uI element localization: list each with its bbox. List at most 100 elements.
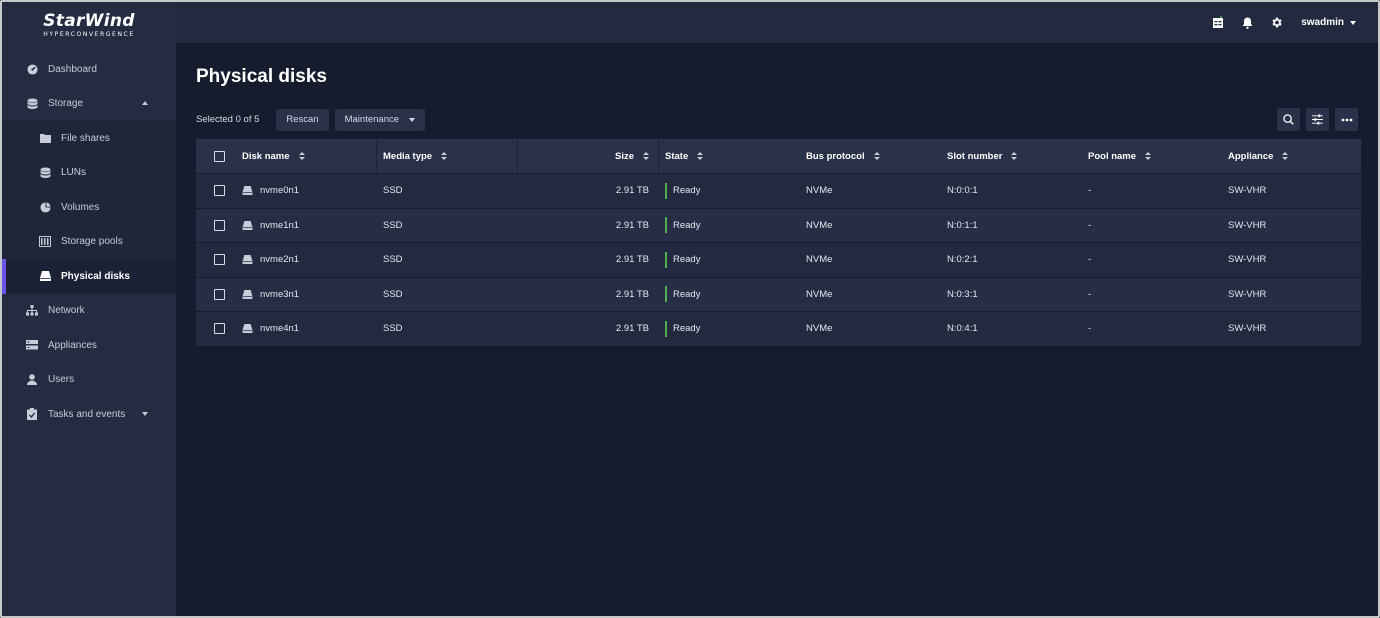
table-row[interactable]: nvme2n1 SSD 2.91 TB Ready NVMe N:0:2:1 -… bbox=[196, 243, 1361, 278]
sidebar-item-file-shares[interactable]: File shares bbox=[2, 121, 176, 156]
sidebar-item-tasks-and-events[interactable]: Tasks and events bbox=[2, 397, 176, 432]
disk-state: Ready bbox=[673, 219, 701, 231]
storage-icon bbox=[26, 98, 38, 110]
appliances-icon bbox=[26, 339, 38, 351]
sidebar-item-network[interactable]: Network bbox=[2, 294, 176, 329]
sidebar-item-luns[interactable]: LUNs bbox=[2, 155, 176, 190]
column-media-type[interactable]: Media type bbox=[377, 139, 518, 173]
table-row[interactable]: nvme4n1 SSD 2.91 TB Ready NVMe N:0:4:1 -… bbox=[196, 312, 1361, 347]
status-indicator bbox=[665, 251, 667, 268]
file-shares-icon bbox=[39, 132, 51, 144]
sidebar-item-appliances[interactable]: Appliances bbox=[2, 328, 176, 363]
column-disk-name[interactable]: Disk name bbox=[236, 139, 377, 173]
column-bus-protocol[interactable]: Bus protocol bbox=[800, 139, 941, 173]
table-row[interactable]: nvme3n1 SSD 2.91 TB Ready NVMe N:0:3:1 -… bbox=[196, 277, 1361, 312]
row-checkbox[interactable] bbox=[213, 254, 225, 266]
user-name: swadmin bbox=[1301, 17, 1344, 28]
sidebar: StarWind HYPERCONVERGENCE Dashboard Stor… bbox=[2, 2, 176, 616]
disk-name: nvme0n1 bbox=[260, 185, 300, 197]
sidebar-item-storage[interactable]: Storage bbox=[2, 87, 176, 122]
media-type: SSD bbox=[383, 254, 403, 266]
row-checkbox[interactable] bbox=[213, 323, 225, 335]
column-label: Appliance bbox=[1228, 150, 1274, 162]
sort-icon bbox=[1011, 152, 1018, 160]
disk-icon bbox=[242, 220, 253, 230]
sidebar-item-label: File shares bbox=[61, 132, 110, 144]
disk-name: nvme2n1 bbox=[260, 254, 300, 266]
brand-sub: HYPERCONVERGENCE bbox=[43, 31, 135, 38]
appliance-name: SW-VHR bbox=[1228, 185, 1267, 197]
disk-state: Ready bbox=[673, 323, 701, 335]
disk-name-cell: nvme1n1 bbox=[236, 209, 377, 243]
sidebar-item-users[interactable]: Users bbox=[2, 363, 176, 398]
sidebar-item-volumes[interactable]: Volumes bbox=[2, 190, 176, 225]
disk-name: nvme4n1 bbox=[260, 323, 300, 335]
appliance-name: SW-VHR bbox=[1228, 323, 1267, 335]
toolbar: Selected 0 of 5 Rescan Maintenance bbox=[196, 108, 1358, 131]
chevron-up-icon bbox=[142, 100, 148, 105]
more-options-button[interactable] bbox=[1335, 108, 1358, 131]
bus-protocol: NVMe bbox=[806, 185, 833, 197]
brand-logo[interactable]: StarWind HYPERCONVERGENCE bbox=[2, 2, 176, 44]
row-select-cell bbox=[196, 243, 236, 277]
sidebar-item-storage-pools[interactable]: Storage pools bbox=[2, 224, 176, 259]
appliance-name: SW-VHR bbox=[1228, 219, 1267, 231]
column-size[interactable]: Size bbox=[518, 139, 659, 173]
selection-count: Selected 0 of 5 bbox=[196, 114, 260, 125]
main-content: swadmin Physical disks Selected 0 of 5 R… bbox=[176, 2, 1378, 616]
pool-name: - bbox=[1088, 288, 1092, 300]
disk-icon bbox=[242, 255, 253, 265]
select-all-checkbox[interactable] bbox=[213, 150, 225, 162]
disk-size: 2.91 TB bbox=[615, 288, 649, 300]
column-label: Pool name bbox=[1088, 150, 1137, 162]
state-cell: Ready bbox=[659, 243, 800, 277]
pool-name: - bbox=[1088, 254, 1092, 266]
bus-protocol: NVMe bbox=[806, 254, 833, 266]
rescan-label: Rescan bbox=[286, 114, 319, 125]
pool-name: - bbox=[1088, 323, 1092, 335]
page-title: Physical disks bbox=[196, 66, 327, 87]
sidebar-item-dashboard[interactable]: Dashboard bbox=[2, 52, 176, 87]
sort-icon bbox=[298, 152, 305, 160]
maintenance-dropdown[interactable]: Maintenance bbox=[334, 108, 426, 131]
row-checkbox[interactable] bbox=[213, 219, 225, 231]
luns-icon bbox=[39, 167, 51, 179]
calendar-icon[interactable] bbox=[1211, 16, 1225, 30]
rescan-button[interactable]: Rescan bbox=[276, 108, 329, 131]
sidebar-item-label: Users bbox=[48, 374, 75, 386]
bus-protocol: NVMe bbox=[806, 219, 833, 231]
column-state[interactable]: State bbox=[659, 139, 800, 173]
status-indicator bbox=[665, 217, 667, 234]
sliders-icon bbox=[1312, 114, 1323, 125]
users-icon bbox=[26, 374, 38, 386]
bell-icon[interactable] bbox=[1240, 16, 1254, 30]
column-appliance[interactable]: Appliance bbox=[1222, 139, 1361, 173]
search-button[interactable] bbox=[1277, 108, 1300, 131]
disk-size: 2.91 TB bbox=[615, 219, 649, 231]
sidebar-item-label: Network bbox=[48, 305, 85, 317]
user-menu[interactable]: swadmin bbox=[1301, 17, 1356, 28]
status-indicator bbox=[665, 182, 667, 199]
row-select-cell bbox=[196, 278, 236, 312]
more-horizontal-icon bbox=[1341, 118, 1352, 121]
disk-state: Ready bbox=[673, 254, 701, 266]
gear-icon[interactable] bbox=[1269, 16, 1283, 30]
column-slot-number[interactable]: Slot number bbox=[941, 139, 1082, 173]
row-checkbox[interactable] bbox=[213, 288, 225, 300]
table-header-row: Disk name Media type Size State Bus prot… bbox=[196, 139, 1361, 174]
slot-number: N:0:1:1 bbox=[947, 219, 978, 231]
column-pool-name[interactable]: Pool name bbox=[1082, 139, 1222, 173]
filter-button[interactable] bbox=[1306, 108, 1329, 131]
table-row[interactable]: nvme0n1 SSD 2.91 TB Ready NVMe N:0:0:1 -… bbox=[196, 174, 1361, 209]
table-row[interactable]: nvme1n1 SSD 2.91 TB Ready NVMe N:0:1:1 -… bbox=[196, 208, 1361, 243]
storage-pools-icon bbox=[39, 236, 51, 248]
row-checkbox[interactable] bbox=[213, 185, 225, 197]
sidebar-item-label: Tasks and events bbox=[48, 408, 126, 420]
status-indicator bbox=[665, 286, 667, 303]
column-label: Size bbox=[614, 150, 634, 162]
state-cell: Ready bbox=[659, 209, 800, 243]
sidebar-item-physical-disks[interactable]: Physical disks bbox=[2, 259, 176, 294]
disk-state: Ready bbox=[673, 288, 701, 300]
sort-icon bbox=[873, 152, 880, 160]
network-icon bbox=[26, 305, 38, 317]
